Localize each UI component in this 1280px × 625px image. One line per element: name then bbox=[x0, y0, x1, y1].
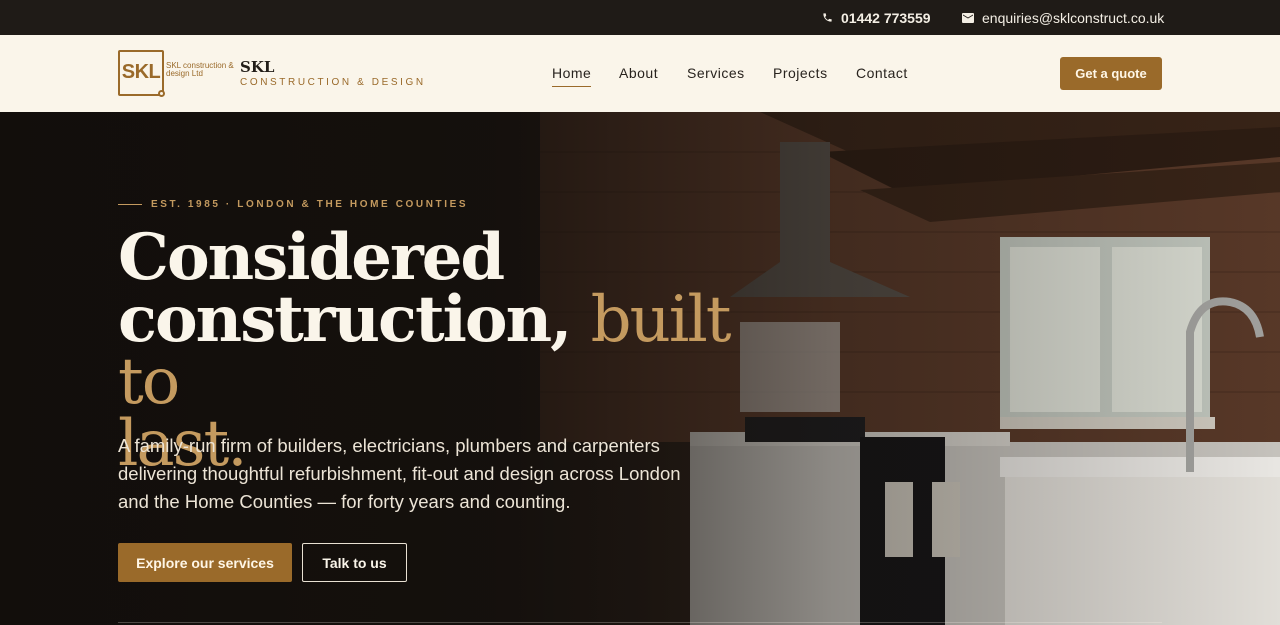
hero-eyebrow: EST. 1985 · LONDON & THE HOME COUNTIES bbox=[118, 199, 468, 210]
nav-projects[interactable]: Projects bbox=[773, 65, 828, 81]
nav-about[interactable]: About bbox=[619, 65, 658, 81]
logo-mark: SKL bbox=[121, 61, 161, 83]
logo-dot bbox=[158, 90, 165, 97]
brand-tagline: CONSTRUCTION & DESIGN bbox=[240, 77, 426, 88]
talk-to-us-button[interactable]: Talk to us bbox=[302, 543, 407, 582]
eyebrow-text: EST. 1985 · LONDON & THE HOME COUNTIES bbox=[151, 199, 469, 210]
brand-name[interactable]: SKL bbox=[240, 58, 274, 76]
hero-section: EST. 1985 · LONDON & THE HOME COUNTIES C… bbox=[0, 112, 1280, 625]
phone-number: 01442 773559 bbox=[841, 9, 931, 26]
nav-contact[interactable]: Contact bbox=[856, 65, 908, 81]
explore-services-button[interactable]: Explore our services bbox=[118, 543, 292, 582]
nav-home[interactable]: Home bbox=[552, 65, 592, 87]
site-header: SKL SKL construction & design Ltd SKL CO… bbox=[0, 35, 1280, 112]
phone-link[interactable]: 01442 773559 bbox=[822, 0, 931, 35]
headline-line2-strong: construction, bbox=[118, 282, 572, 357]
nav-services[interactable]: Services bbox=[687, 65, 745, 81]
hero-lede: A family-run firm of builders, electrici… bbox=[118, 435, 681, 512]
phone-icon bbox=[823, 13, 832, 22]
logo[interactable]: SKL bbox=[118, 50, 165, 97]
logo-small-text: SKL construction & design Ltd bbox=[166, 61, 234, 78]
mail-icon bbox=[962, 12, 974, 23]
contact-bar: 01442 773559 enquiries@sklconstruct.co.u… bbox=[0, 0, 1280, 35]
email-address: enquiries@sklconstruct.co.uk bbox=[982, 9, 1165, 26]
email-link[interactable]: enquiries@sklconstruct.co.uk bbox=[962, 0, 1164, 35]
get-quote-button[interactable]: Get a quote bbox=[1060, 57, 1162, 90]
eyebrow-line bbox=[118, 204, 142, 205]
hero-divider bbox=[118, 622, 1162, 623]
